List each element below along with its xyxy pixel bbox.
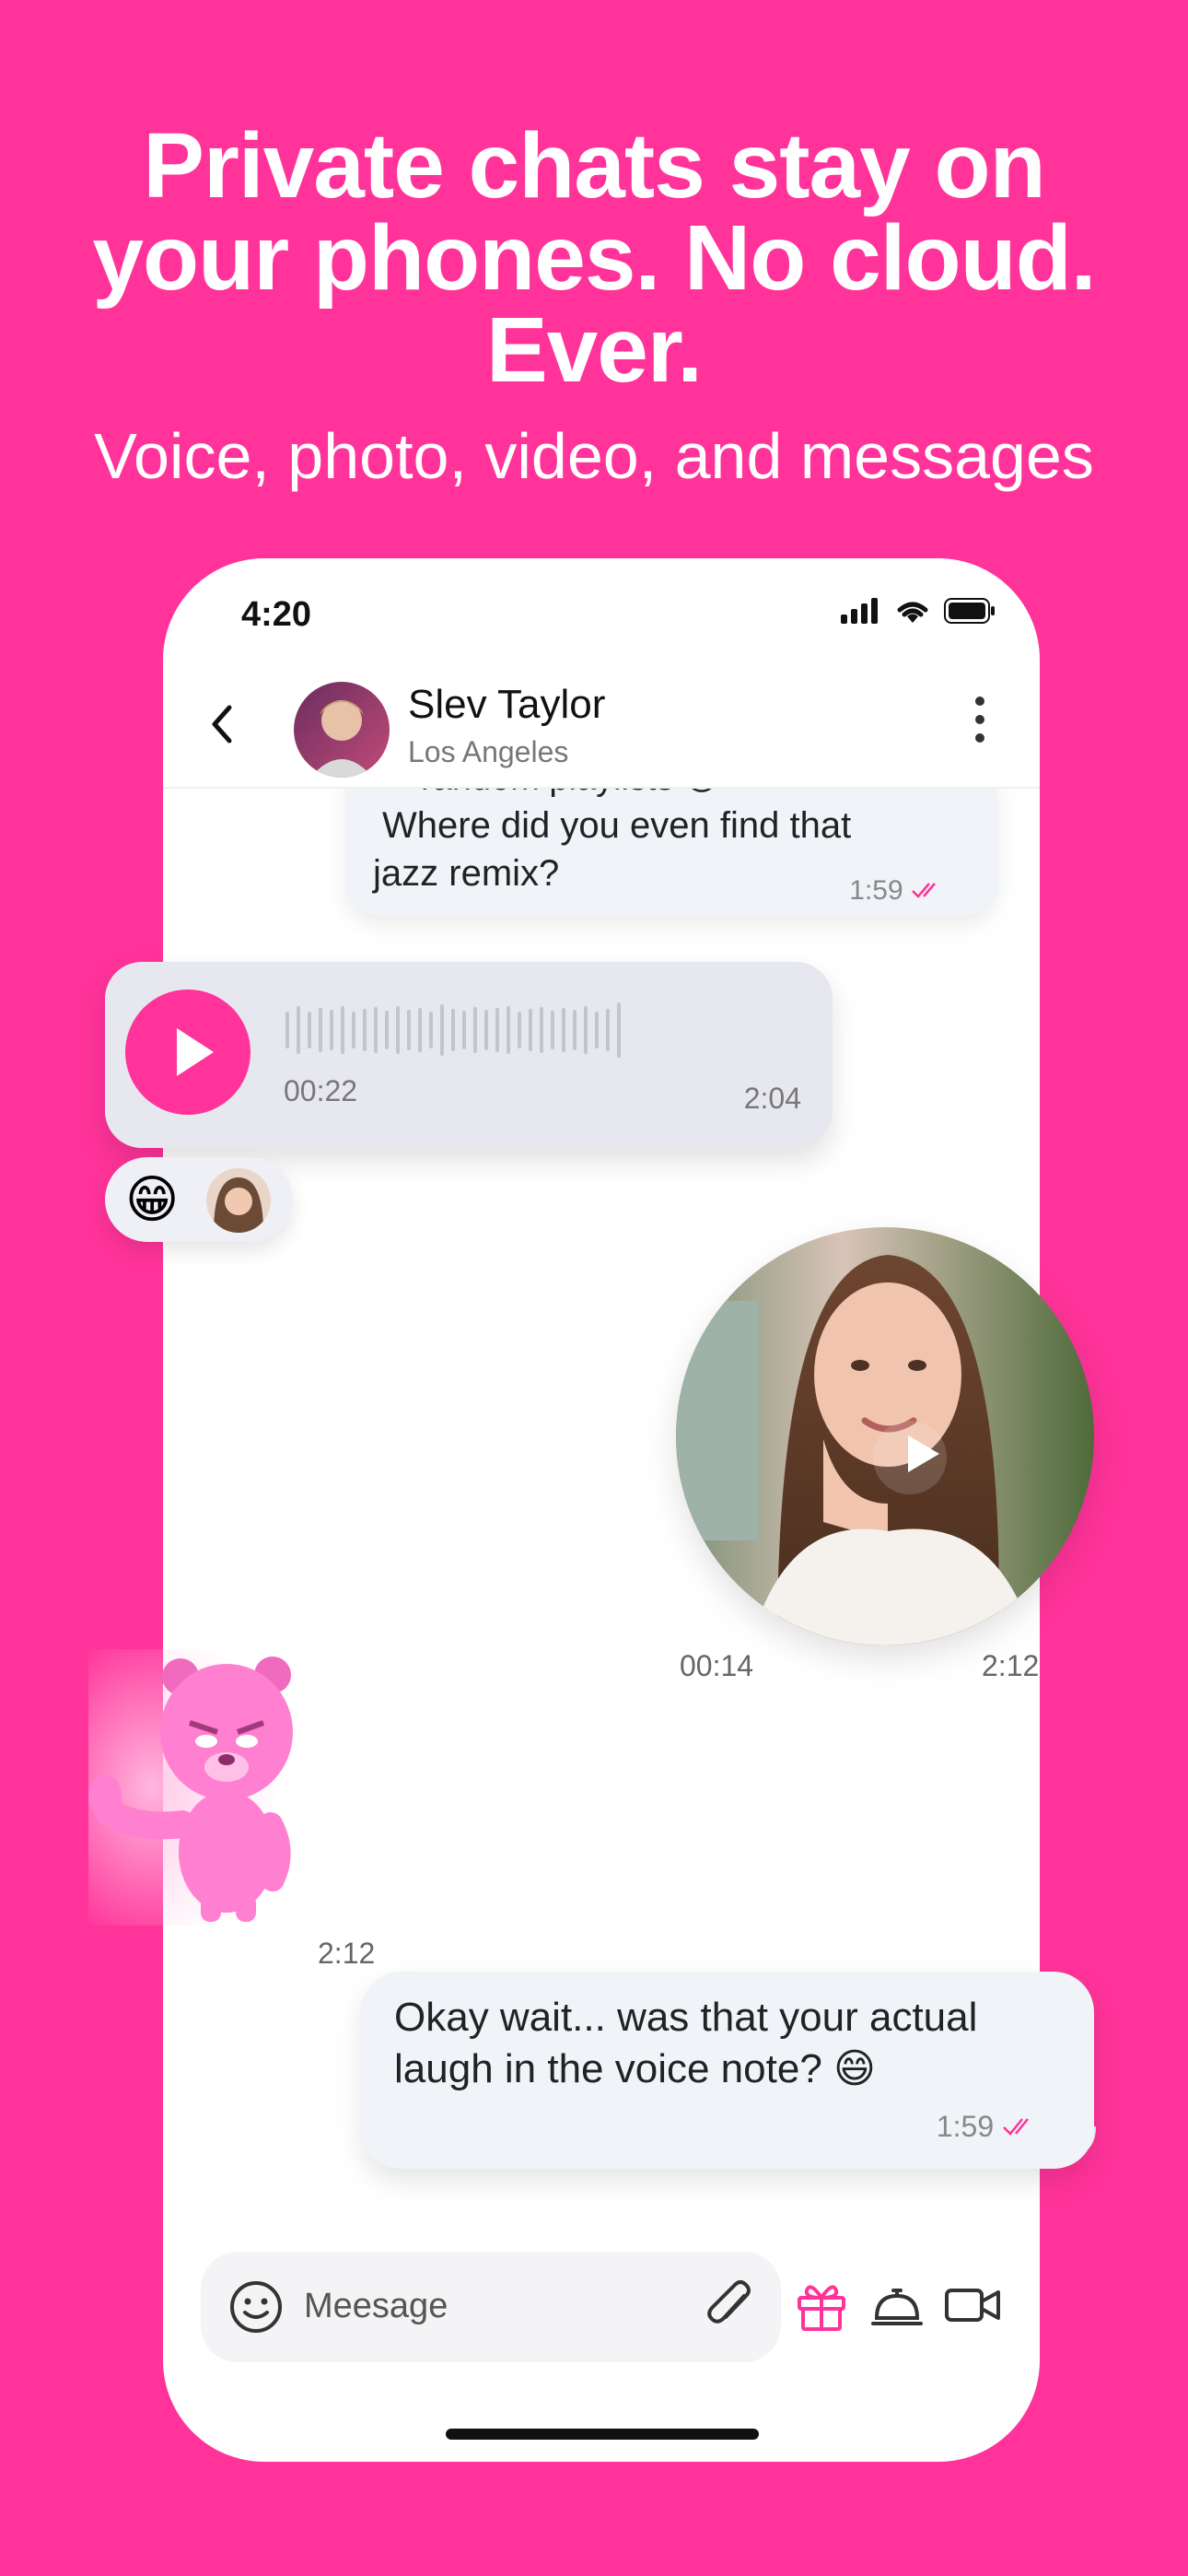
message-line: Where did you even find that	[382, 805, 852, 846]
headline-line-2: your phones. No cloud.	[92, 206, 1096, 310]
message-bubble-outgoing[interactable]: Okay wait... was that your actual laugh …	[361, 1972, 1094, 2169]
bear-sticker[interactable]	[88, 1649, 300, 1926]
headline-line-1: Private chats stay on	[143, 114, 1045, 217]
gift-icon[interactable]	[794, 2277, 849, 2333]
voice-message[interactable]: 00:22 2:04	[105, 962, 833, 1148]
message-bubble-incoming[interactable]: random playlists 😅 Where did you even fi…	[345, 759, 997, 916]
reaction-emoji: 😁	[125, 1170, 180, 1228]
reactor-avatar	[206, 1168, 271, 1233]
double-check-icon	[912, 883, 936, 898]
message-line: jazz remix?	[373, 853, 560, 894]
sticker-time: 2:12	[318, 1937, 376, 1970]
battery-icon	[944, 598, 995, 624]
message-time: 1:59	[849, 875, 946, 907]
service-bell-icon[interactable]	[869, 2277, 925, 2333]
signal-icon	[841, 598, 878, 624]
voice-time: 2:04	[743, 1082, 801, 1115]
paperclip-icon[interactable]	[704, 2277, 759, 2336]
video-time: 2:12	[982, 1649, 1040, 1682]
promo-subline: Voice, photo, video, and messages	[94, 420, 1094, 492]
contact-avatar[interactable]	[294, 682, 390, 778]
headline-line-3: Ever.	[485, 299, 703, 402]
status-time: 4:20	[241, 595, 312, 634]
play-icon	[908, 1435, 939, 1472]
message-text: Where did you even find that jazz remix?	[373, 802, 851, 897]
play-button[interactable]	[125, 989, 250, 1115]
video-camera-icon[interactable]	[943, 2277, 1002, 2333]
wifi-icon	[897, 602, 928, 623]
message-time-text: 1:59	[849, 875, 903, 906]
contact-name: Slev Taylor	[408, 682, 606, 727]
bubble-tail	[953, 883, 999, 907]
chat-header: Slev Taylor Los Angeles	[163, 669, 1040, 789]
message-time: 1:59	[937, 2110, 1039, 2144]
contact-location: Los Angeles	[408, 735, 569, 768]
voice-elapsed: 00:22	[284, 1074, 358, 1107]
status-icons	[841, 597, 996, 625]
message-text: Okay wait... was that your actual laugh …	[394, 1995, 978, 2091]
chevron-left-icon[interactable]	[207, 702, 235, 746]
home-indicator	[446, 2429, 759, 2440]
more-vertical-icon[interactable]	[973, 695, 986, 744]
voice-waveform[interactable]	[285, 999, 621, 1061]
video-message[interactable]	[676, 1227, 1094, 1645]
promo-headline: Private chats stay on your phones. No cl…	[0, 120, 1188, 396]
reactions-bar[interactable]: 😁	[105, 1157, 293, 1242]
message-input[interactable]: Meesage	[304, 2287, 448, 2326]
message-time-text: 1:59	[936, 2110, 995, 2143]
double-check-icon	[1003, 2118, 1029, 2136]
message-composer[interactable]: Meesage	[201, 2252, 781, 2362]
play-icon	[177, 1028, 214, 1076]
smile-icon[interactable]	[228, 2279, 284, 2335]
video-elapsed: 00:14	[680, 1649, 754, 1682]
